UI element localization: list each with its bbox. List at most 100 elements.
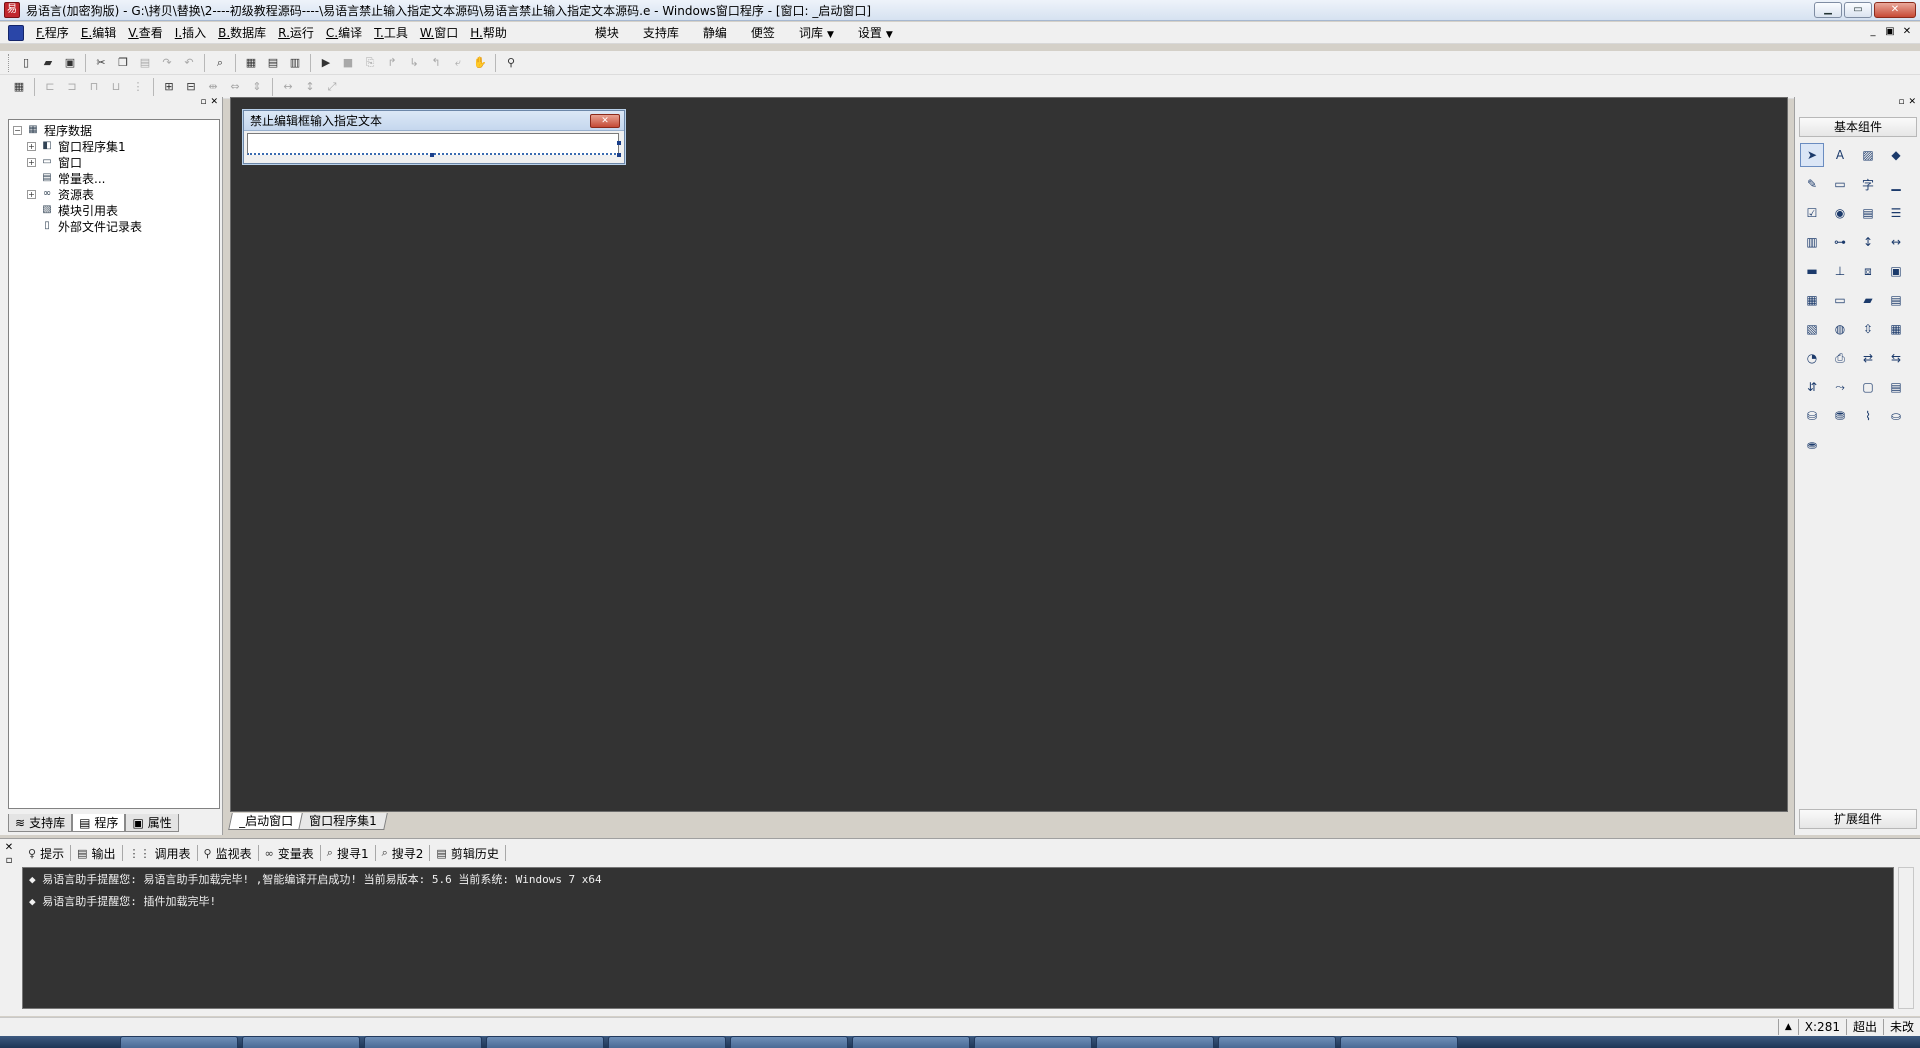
menu-window[interactable]: W.窗口 (414, 23, 464, 43)
tab-support-lib[interactable]: ≋ 支持库 (8, 814, 73, 832)
grid-icon[interactable]: ▦ (10, 78, 28, 96)
taskbar-button[interactable] (486, 1036, 604, 1048)
save-icon[interactable]: ▣ (61, 54, 79, 72)
menu-help[interactable]: H.帮助 (464, 23, 513, 43)
rich-text-icon[interactable]: ▤ (1884, 288, 1908, 312)
calendar-icon[interactable]: ▦ (1800, 288, 1824, 312)
find-icon[interactable]: ⌕ (211, 54, 229, 72)
tab-program[interactable]: ▤ 程序 (72, 814, 126, 832)
data-source-icon[interactable]: ⛁ (1800, 404, 1824, 428)
taskbar-button[interactable] (1218, 1036, 1336, 1048)
menu-compile[interactable]: C.编译 (320, 23, 368, 43)
combo-box-icon[interactable]: ▤ (1856, 201, 1880, 225)
tab-search-2[interactable]: ⌕ 搜寻2 (376, 845, 431, 861)
shape-icon[interactable]: ◆ (1884, 143, 1908, 167)
menu-static-compile[interactable]: 静编 (691, 24, 739, 41)
tab-call-stack[interactable]: ⋮⋮ 调用表 (123, 845, 198, 861)
status-bar-icon[interactable]: ▭ (1828, 288, 1852, 312)
menu-view[interactable]: V.查看 (122, 23, 169, 43)
tray-icon[interactable]: ◍ (1828, 317, 1852, 341)
menu-settings[interactable]: 设置 ▼ (846, 24, 905, 41)
odbc-provider-icon[interactable]: ⛂ (1800, 433, 1824, 457)
picture-box-icon[interactable]: ▨ (1856, 143, 1880, 167)
hand-icon[interactable]: ✋ (471, 54, 489, 72)
trackbar-icon[interactable]: ⊥ (1828, 259, 1852, 283)
tree-item-window-module[interactable]: + ◧ 窗口程序集1 (27, 138, 215, 154)
tab-window-module[interactable]: 窗口程序集1 (298, 813, 388, 830)
undo-icon[interactable]: ↶ (180, 54, 198, 72)
edit-box[interactable] (247, 133, 619, 155)
document-icon[interactable] (8, 24, 24, 41)
align-center-v-icon[interactable]: ⋮ (129, 78, 147, 96)
cut-icon[interactable]: ✂ (92, 54, 110, 72)
tab-clipboard-history[interactable]: ▤ 剪辑历史 (430, 845, 506, 861)
group-box-icon[interactable]: ▭ (1828, 172, 1852, 196)
frame-icon[interactable]: ▣ (1884, 259, 1908, 283)
tree-item-module-refs[interactable]: ▧ 模块引用表 (27, 202, 215, 218)
tab-variables[interactable]: ∞ 变量表 (259, 845, 321, 861)
network-server-icon[interactable]: ⇆ (1884, 346, 1908, 370)
menu-edit[interactable]: E.编辑 (75, 23, 122, 43)
table-icon[interactable]: ▦ (1884, 317, 1908, 341)
stop-icon[interactable]: ■ (339, 54, 357, 72)
slider-icon[interactable]: ⊶ (1828, 230, 1852, 254)
pointer-icon[interactable]: ➤ (1800, 143, 1824, 167)
close-icon[interactable]: ✕ (1908, 97, 1916, 111)
taskbar-button[interactable] (1096, 1036, 1214, 1048)
menu-support-lib[interactable]: 支持库 (631, 24, 691, 41)
database-provider-icon[interactable]: ⛃ (1828, 404, 1852, 428)
splitter-icon[interactable]: ⇳ (1856, 317, 1880, 341)
taskbar-button[interactable] (364, 1036, 482, 1048)
form-client-area[interactable] (244, 131, 624, 163)
binoculars-icon[interactable]: ⚲ (502, 54, 520, 72)
dropdown-arrow-icon[interactable]: ▼ (827, 30, 834, 40)
space-vertical-icon[interactable]: ⇕ (248, 78, 266, 96)
center-horizontal-icon[interactable]: ⊞ (160, 78, 178, 96)
mdi-restore-button[interactable]: ▣ (1883, 25, 1897, 39)
drawing-board-icon[interactable]: ✎ (1800, 172, 1824, 196)
tab-properties[interactable]: ▣ 属性 (125, 814, 179, 832)
step-3-icon[interactable]: ↳ (405, 54, 423, 72)
mdi-minimize-button[interactable]: _ (1866, 25, 1880, 39)
tab-control-icon[interactable]: ⧈ (1856, 259, 1880, 283)
expand-icon[interactable]: + (27, 189, 36, 199)
space-horizontal-icon[interactable]: ⇹ (204, 78, 222, 96)
chart-icon[interactable]: ⌇ (1856, 404, 1880, 428)
redo-icon[interactable]: ↷ (158, 54, 176, 72)
basic-components-header[interactable]: 基本组件 (1799, 117, 1917, 137)
same-width-icon[interactable]: ↔ (279, 78, 297, 96)
grid-control-icon[interactable]: ▤ (1884, 375, 1908, 399)
expand-icon[interactable]: + (27, 157, 36, 167)
menu-run[interactable]: R.运行 (272, 23, 320, 43)
step-5-icon[interactable]: ⤶ (449, 54, 467, 72)
designer-workspace[interactable]: 禁止编辑框输入指定文本 ✕ (230, 97, 1788, 812)
resize-handle[interactable] (617, 153, 621, 157)
taskbar-button[interactable] (1340, 1036, 1458, 1048)
pin-icon[interactable]: ▫ (200, 97, 206, 111)
timer-icon[interactable]: ◔ (1800, 346, 1824, 370)
pipe-icon[interactable]: ⤳ (1828, 375, 1852, 399)
tree-item-window[interactable]: + ▭ 窗口 (27, 154, 215, 170)
same-size-icon[interactable]: ⤢ (323, 78, 341, 96)
output-text-area[interactable]: ◆ 易语言助手提醒您: 易语言助手加载完毕! ,智能编译开启成功! 当前易版本:… (22, 867, 1894, 1009)
edit-box-icon[interactable]: ▁ (1884, 172, 1908, 196)
collapse-icon[interactable]: − (13, 125, 22, 135)
tab-hints[interactable]: ♀ 提示 (22, 845, 72, 861)
taskbar-button[interactable] (974, 1036, 1092, 1048)
taskbar-button[interactable] (730, 1036, 848, 1048)
pin-icon[interactable]: ▫ (2, 854, 16, 867)
select-list-icon[interactable]: ▥ (1800, 230, 1824, 254)
new-file-icon[interactable]: ▯ (17, 54, 35, 72)
close-icon[interactable]: ✕ (2, 841, 16, 854)
label-icon[interactable]: A (1828, 143, 1852, 167)
step-4-icon[interactable]: ↰ (427, 54, 445, 72)
align-left-icon[interactable]: ⊏ (41, 78, 59, 96)
output-scrollbar[interactable] (1898, 867, 1914, 1009)
expand-icon[interactable]: + (27, 141, 36, 151)
pin-icon[interactable]: ▫ (1898, 97, 1904, 111)
tree-item-program-data[interactable]: − ▦ 程序数据 (13, 122, 215, 138)
step-1-icon[interactable]: ⎘ (361, 54, 379, 72)
layout-1-icon[interactable]: ▦ (242, 54, 260, 72)
menu-module[interactable]: 模块 (583, 24, 631, 41)
app-icon[interactable]: 易 (4, 2, 20, 18)
